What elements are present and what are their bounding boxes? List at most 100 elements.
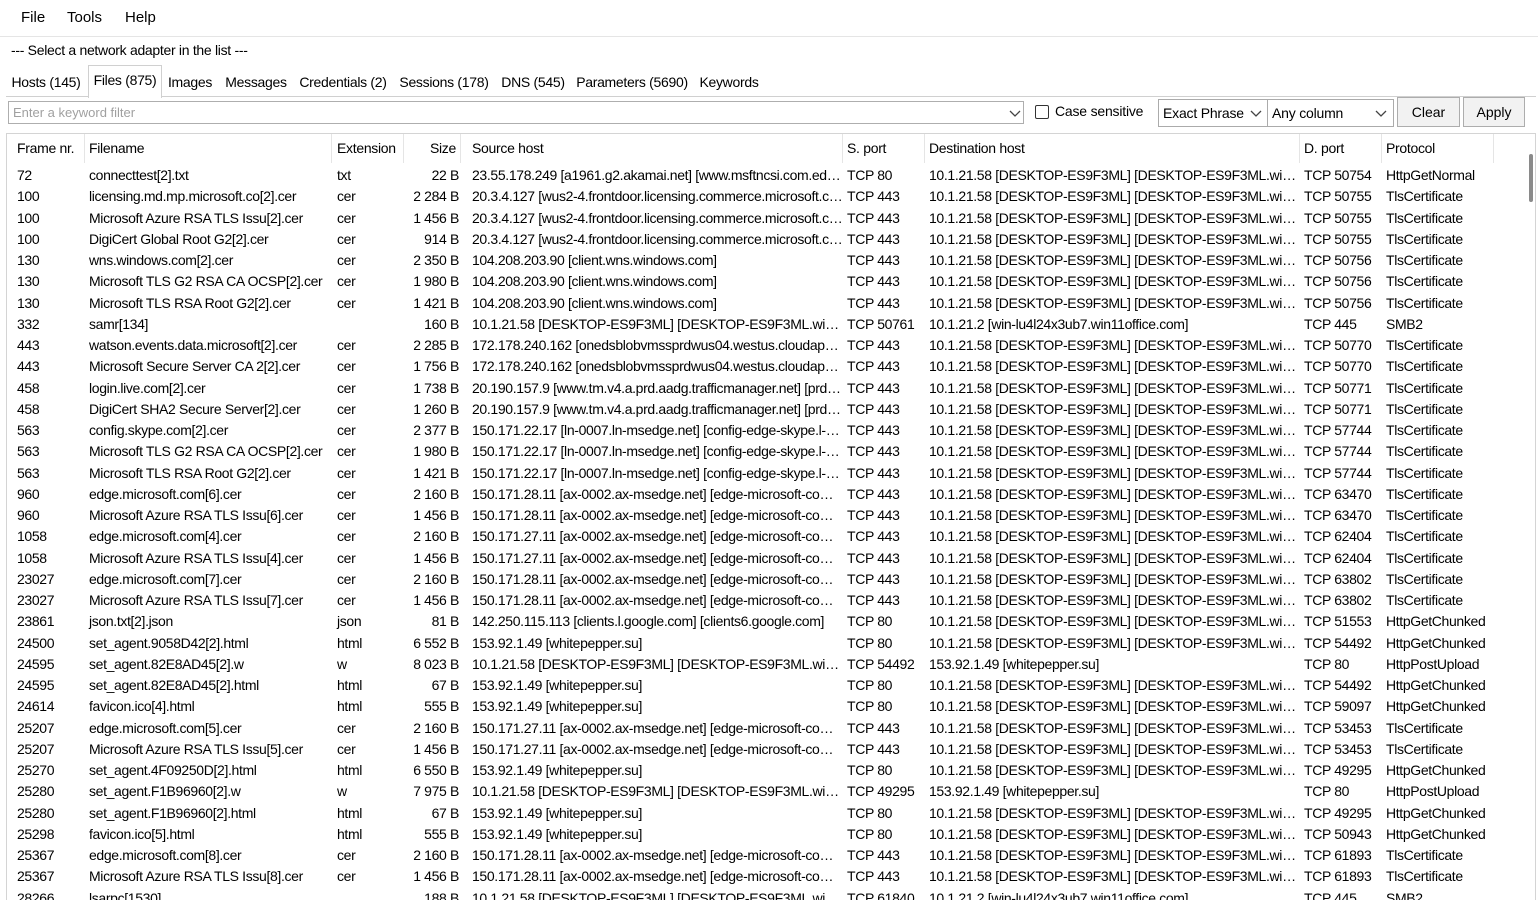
size-cell: 7 975 B xyxy=(413,783,459,800)
source-port-cell: TCP 80 xyxy=(847,804,893,821)
table-row[interactable]: 130 wns.windows.com[2].cer cer 2 350 B 104.2… xyxy=(7,250,1503,271)
table-row[interactable]: 960 Microsoft Azure RSA TLS Issu[6].cer ce… xyxy=(7,505,1503,526)
col-extension[interactable]: Extension xyxy=(333,134,404,163)
col-destination-port[interactable]: D. port xyxy=(1300,134,1382,163)
tab-credentials[interactable]: Credentials (2) xyxy=(298,68,388,97)
filename-cell: edge.microsoft.com[8].cer xyxy=(89,847,242,863)
menu-help[interactable]: Help xyxy=(125,9,156,26)
scrollbar-thumb[interactable] xyxy=(1529,154,1533,202)
destination-port-cell: TCP 63470 xyxy=(1304,507,1372,523)
size-cell: 22 B xyxy=(431,167,460,183)
table-row[interactable]: 25367 Microsoft Azure RSA TLS Issu[8].cer… xyxy=(7,866,1503,887)
table-row[interactable]: 563 Microsoft TLS RSA Root G2[2].cer cer 1 … xyxy=(7,463,1503,484)
extension-cell: cer xyxy=(337,209,356,226)
extension-cell: cer xyxy=(337,252,356,268)
source-port-cell: TCP 80 xyxy=(847,698,893,715)
col-source-port[interactable]: S. port xyxy=(843,134,925,163)
size-cell: 67 B xyxy=(431,804,460,821)
tab-keywords[interactable]: Keywords xyxy=(698,68,760,97)
col-destination-host[interactable]: Destination host xyxy=(925,134,1300,163)
protocol-cell: SMB2 xyxy=(1386,315,1423,332)
destination-port-cell: TCP 53453 xyxy=(1304,740,1372,757)
source-host-cell: 150.171.28.11 [ax-0002.ax-msedge.net] [e… xyxy=(472,485,843,502)
table-row[interactable]: 25280 set_agent.F1B96960[2].html html 67 B 1… xyxy=(7,803,1503,824)
table-row[interactable]: 72 connecttest[2].txt txt 22 B 23.55.178.249… xyxy=(7,165,1503,186)
table-row[interactable]: 25270 set_agent.4F09250D[2].html html 6 550… xyxy=(7,760,1503,781)
table-row[interactable]: 25298 favicon.ico[5].html html 555 B 153.92.… xyxy=(7,824,1503,845)
tab-parameters[interactable]: Parameters (5690) xyxy=(576,68,688,97)
protocol-cell: TlsCertificate xyxy=(1386,422,1463,438)
table-row[interactable]: 130 Microsoft TLS RSA Root G2[2].cer cer 1 … xyxy=(7,293,1503,314)
table-row[interactable]: 25280 set_agent.F1B96960[2].w w 7 975 B 10.1… xyxy=(7,781,1503,802)
clear-button[interactable]: Clear xyxy=(1397,97,1460,127)
destination-port-cell: TCP 62404 xyxy=(1304,549,1372,566)
protocol-cell: TlsCertificate xyxy=(1386,273,1463,290)
frame-cell: 960 xyxy=(17,485,40,502)
table-row[interactable]: 563 config.skype.com[2].cer cer 2 377 B 150.… xyxy=(7,420,1503,441)
frame-cell: 25207 xyxy=(17,719,55,736)
table-row[interactable]: 25367 edge.microsoft.com[8].cer cer 2 160 B… xyxy=(7,845,1503,866)
table-row[interactable]: 443 Microsoft Secure Server CA 2[2].cer ce… xyxy=(7,356,1503,377)
frame-cell: 458 xyxy=(17,400,40,417)
col-frame-nr[interactable]: Frame nr. xyxy=(13,134,85,163)
case-sensitive-checkbox[interactable] xyxy=(1035,105,1049,119)
table-row[interactable]: 25207 edge.microsoft.com[5].cer cer 2 160 B… xyxy=(7,718,1503,739)
table-row[interactable]: 458 login.live.com[2].cer cer 1 738 B 20.190… xyxy=(7,378,1503,399)
frame-cell: 24595 xyxy=(17,677,55,693)
tab-images[interactable]: Images xyxy=(164,68,216,97)
menu-file[interactable]: File xyxy=(21,9,45,26)
tab-hosts[interactable]: Hosts (145) xyxy=(6,68,86,97)
keyword-filter-input[interactable] xyxy=(8,101,1024,124)
table-row[interactable]: 100 DigiCert Global Root G2[2].cer cer 914 … xyxy=(7,229,1503,250)
destination-host-cell: 10.1.21.58 [DESKTOP-ES9F3ML] [DESKTOP-ES… xyxy=(929,443,1300,460)
tab-dns[interactable]: DNS (545) xyxy=(499,68,567,97)
table-row[interactable]: 24500 set_agent.9058D42[2].html html 6 552 … xyxy=(7,633,1503,654)
destination-port-cell: TCP 61893 xyxy=(1304,847,1372,863)
table-row[interactable]: 24595 set_agent.82E8AD45[2].html html 67 B 1… xyxy=(7,675,1503,696)
frame-cell: 25270 xyxy=(17,762,55,778)
table-row[interactable]: 23027 Microsoft Azure RSA TLS Issu[7].cer… xyxy=(7,590,1503,611)
size-cell: 1 456 B xyxy=(413,868,459,885)
table-row[interactable]: 332 samr[134] 160 B 10.1.21.58 [DESKTOP-ES9… xyxy=(7,314,1503,335)
col-filename[interactable]: Filename xyxy=(85,134,332,163)
column-mode-select[interactable]: Any column xyxy=(1267,99,1394,127)
size-cell: 555 B xyxy=(424,825,459,842)
tab-files[interactable]: Files (875) xyxy=(88,65,162,98)
protocol-cell: HttpGetChunked xyxy=(1386,698,1486,715)
network-adapter-select[interactable]: --- Select a network adapter in the list… xyxy=(11,42,248,58)
apply-button[interactable]: Apply xyxy=(1463,97,1525,127)
protocol-cell: SMB2 xyxy=(1386,889,1423,900)
vertical-scrollbar[interactable] xyxy=(1509,134,1535,900)
table-row[interactable]: 23027 edge.microsoft.com[7].cer cer 2 160 B… xyxy=(7,569,1503,590)
phrase-mode-select[interactable]: Exact Phrase xyxy=(1158,99,1268,127)
col-size[interactable]: Size xyxy=(404,134,461,163)
table-row[interactable]: 443 watson.events.data.microsoft[2].cer ce… xyxy=(7,335,1503,356)
frame-cell: 332 xyxy=(17,315,40,332)
table-row[interactable]: 960 edge.microsoft.com[6].cer cer 2 160 B 15… xyxy=(7,484,1503,505)
table-row[interactable]: 130 Microsoft TLS G2 RSA CA OCSP[2].cer ce… xyxy=(7,271,1503,292)
column-mode-value: Any column xyxy=(1272,105,1344,121)
table-row[interactable]: 1058 edge.microsoft.com[4].cer cer 2 160 B 1… xyxy=(7,526,1503,547)
col-source-host[interactable]: Source host xyxy=(468,134,843,163)
table-row[interactable]: 458 DigiCert SHA2 Secure Server[2].cer cer… xyxy=(7,399,1503,420)
table-row[interactable]: 24614 favicon.ico[4].html html 555 B 153.92.… xyxy=(7,696,1503,717)
table-row[interactable]: 1058 Microsoft Azure RSA TLS Issu[4].cer c… xyxy=(7,548,1503,569)
table-row[interactable]: 563 Microsoft TLS G2 RSA CA OCSP[2].cer ce… xyxy=(7,441,1503,462)
table-row[interactable]: 28266 lsarpc[1530] 188 B 10.1.21.58 [DESKTO… xyxy=(7,888,1503,900)
protocol-cell: HttpGetChunked xyxy=(1386,613,1486,630)
table-row[interactable]: 100 Microsoft Azure RSA TLS Issu[2].cer ce… xyxy=(7,208,1503,229)
extension-cell: txt xyxy=(337,167,351,183)
col-protocol[interactable]: Protocol xyxy=(1382,134,1494,163)
source-port-cell: TCP 443 xyxy=(847,230,900,247)
table-row[interactable]: 100 licensing.md.mp.microsoft.co[2].cer ce… xyxy=(7,186,1503,207)
tab-sessions[interactable]: Sessions (178) xyxy=(398,68,490,97)
table-row[interactable]: 24595 set_agent.82E8AD45[2].w w 8 023 B 10.1… xyxy=(7,654,1503,675)
chevron-down-icon[interactable] xyxy=(1008,106,1022,120)
destination-port-cell: TCP 53453 xyxy=(1304,719,1372,736)
menu-tools[interactable]: Tools xyxy=(67,9,102,26)
filename-cell: Microsoft Azure RSA TLS Issu[6].cer xyxy=(89,507,303,523)
tab-messages[interactable]: Messages xyxy=(222,68,290,97)
table-row[interactable]: 23861 json.txt[2].json json 81 B 142.250.115… xyxy=(7,611,1503,632)
table-row[interactable]: 25207 Microsoft Azure RSA TLS Issu[5].cer… xyxy=(7,739,1503,760)
source-port-cell: TCP 80 xyxy=(847,825,893,842)
